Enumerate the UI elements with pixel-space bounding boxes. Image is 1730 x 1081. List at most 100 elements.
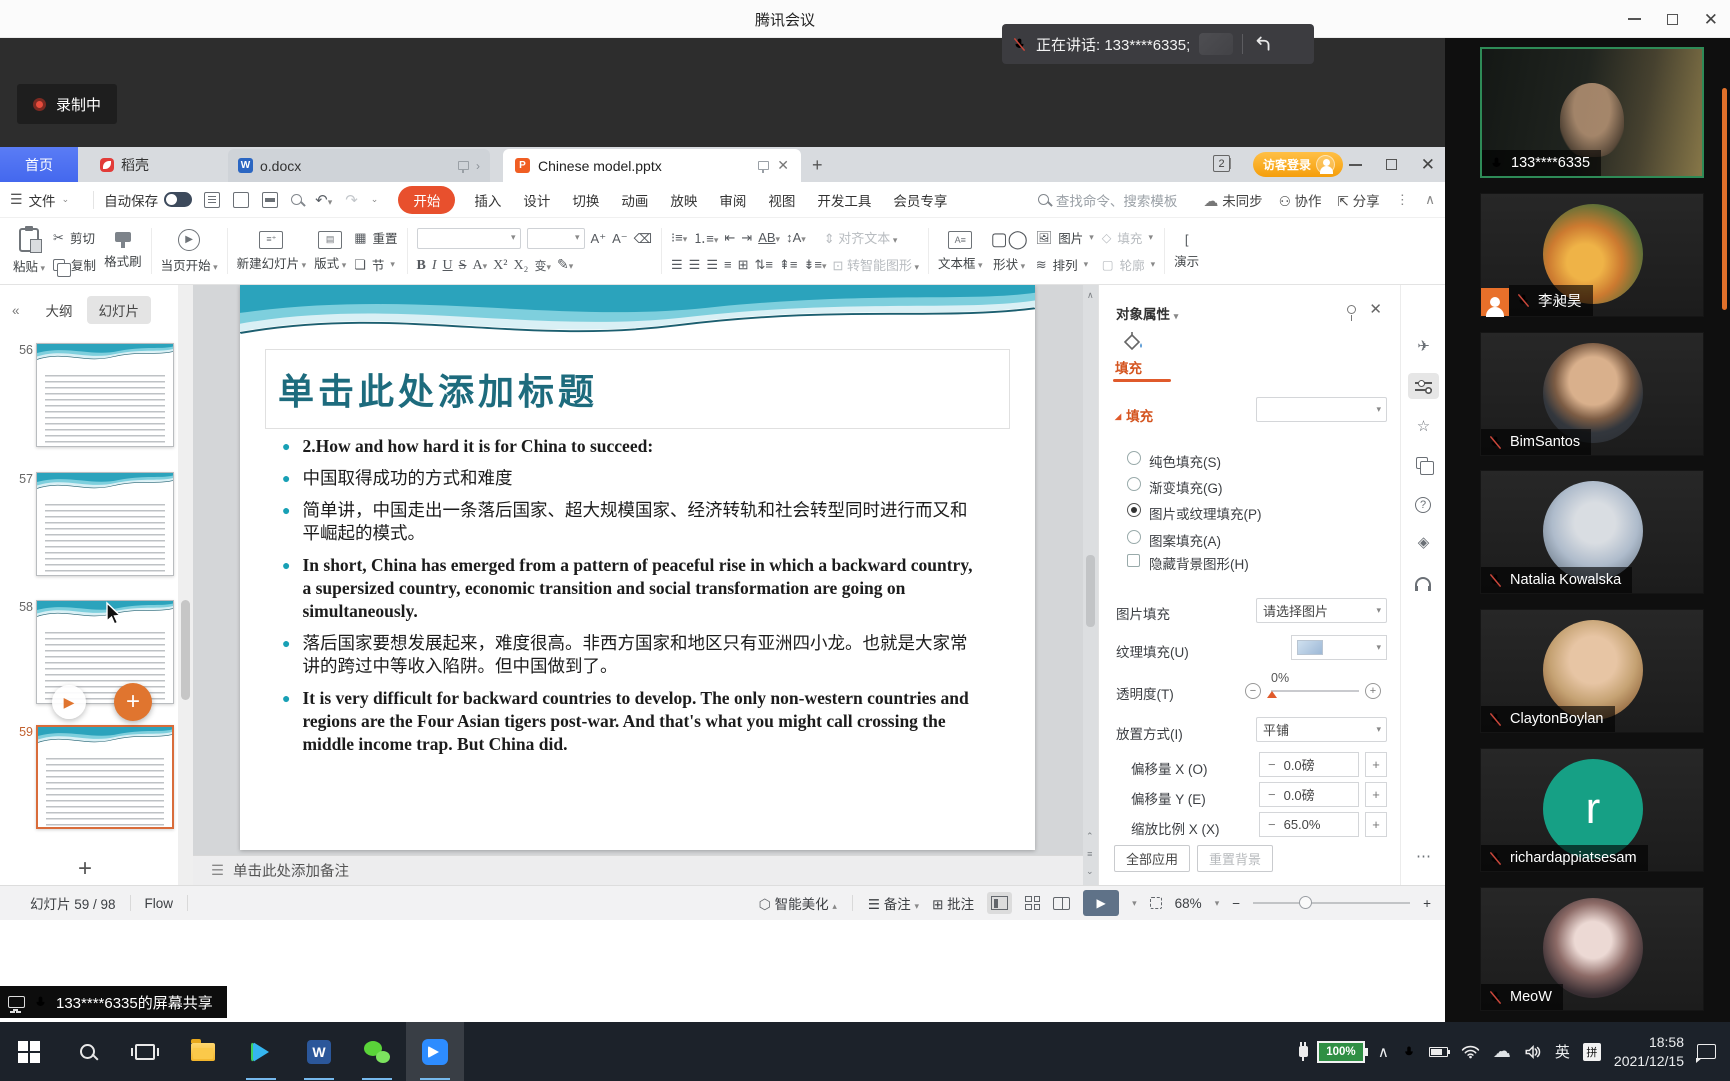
- notes-button[interactable]: ☰ 备注 ▾: [868, 893, 919, 913]
- fit-slide-icon[interactable]: [1150, 897, 1162, 909]
- slide-sorter-view-button[interactable]: [1025, 896, 1040, 910]
- picture-button[interactable]: 🖼 图片 ▾: [1036, 228, 1094, 247]
- next-slide-icon[interactable]: ⌄: [1086, 866, 1094, 877]
- ribbon-tab-view[interactable]: 视图: [757, 190, 806, 210]
- ribbon-tab-review[interactable]: 审阅: [708, 190, 757, 210]
- file-menu[interactable]: ☰ 文件 ⌄: [10, 190, 69, 210]
- undo-icon[interactable]: ↶▾: [315, 191, 332, 209]
- new-tab-button[interactable]: +: [812, 155, 823, 176]
- tencent-meeting-icon[interactable]: [406, 1022, 464, 1081]
- collaborate-button[interactable]: ⚇ 协作: [1279, 190, 1322, 210]
- wifi-icon[interactable]: [1461, 1044, 1480, 1059]
- tab-expand-icon[interactable]: ›: [476, 159, 480, 173]
- offset-x-plus-button[interactable]: +: [1365, 752, 1387, 777]
- new-doc-icon[interactable]: [204, 192, 220, 208]
- radio-gradient-fill[interactable]: [1127, 477, 1141, 491]
- offset-y-stepper[interactable]: −0.0磅: [1259, 782, 1359, 807]
- radio-pattern-fill[interactable]: [1127, 530, 1141, 544]
- text-direction-button[interactable]: ↕A▾: [786, 230, 806, 245]
- subscript-button[interactable]: X₂: [513, 258, 528, 274]
- line-spacing-button[interactable]: ⇅≡: [754, 257, 772, 273]
- battery-indicator[interactable]: 100%: [1317, 1041, 1365, 1063]
- slide-title-placeholder[interactable]: 单击此处添加标题: [265, 349, 1010, 429]
- participant-tile-speaker[interactable]: 133****6335: [1480, 47, 1704, 178]
- tray-battery-icon[interactable]: [1429, 1047, 1448, 1057]
- close-button[interactable]: ✕: [1704, 11, 1718, 28]
- slide-thumbnail-59-selected[interactable]: [36, 725, 174, 829]
- increase-font-icon[interactable]: A⁺: [591, 231, 607, 247]
- decrease-font-icon[interactable]: A⁻: [612, 231, 628, 247]
- current-slide[interactable]: 单击此处添加标题 ●2.How and how hard it is for C…: [240, 285, 1035, 850]
- ribbon-tab-insert[interactable]: 插入: [463, 190, 512, 210]
- panel-title[interactable]: 对象属性 ▾: [1116, 303, 1178, 323]
- tab-pin-icon[interactable]: [758, 161, 769, 170]
- sidebar-scrollbar[interactable]: [1722, 88, 1727, 310]
- close-panel-icon[interactable]: ✕: [1369, 300, 1382, 318]
- distribute-button[interactable]: ⊞: [738, 257, 749, 273]
- slide-thumbnail-56[interactable]: [36, 343, 174, 447]
- support-icon[interactable]: [1415, 577, 1431, 586]
- guest-login-button[interactable]: 访客登录: [1253, 152, 1343, 177]
- word-icon[interactable]: W: [290, 1022, 348, 1081]
- ribbon-tab-devtools[interactable]: 开发工具: [806, 190, 882, 210]
- layout-button[interactable]: ▤ 版式 ▾: [314, 231, 346, 272]
- smart-beautify-button[interactable]: ⬡ 智能美化 ▴: [759, 893, 837, 913]
- align-center-button[interactable]: ☰: [689, 257, 701, 273]
- superscript-button[interactable]: X²: [493, 258, 507, 274]
- align-right-button[interactable]: ☰: [706, 257, 718, 273]
- ime-indicator[interactable]: 拼: [1583, 1043, 1601, 1061]
- align-text-button[interactable]: ⇕ 对齐文本 ▾: [824, 228, 898, 247]
- minimize-button[interactable]: [1628, 18, 1641, 20]
- apply-all-button[interactable]: 全部应用: [1114, 845, 1190, 872]
- picture-fill-combobox[interactable]: 请选择图片: [1256, 598, 1387, 623]
- radio-solid-fill[interactable]: [1127, 451, 1141, 465]
- tab-document-odocx[interactable]: W o.docx ›: [228, 149, 490, 182]
- offset-x-stepper[interactable]: −0.0磅: [1259, 752, 1359, 777]
- ribbon-tab-design[interactable]: 设计: [512, 190, 561, 210]
- section-button[interactable]: ❏ 节 ▾: [354, 255, 397, 274]
- print-icon[interactable]: [262, 192, 278, 208]
- speaker-icon[interactable]: [1524, 1044, 1542, 1060]
- canvas-scrollbar[interactable]: ∧ ⌃ ≡ ⌄: [1083, 285, 1098, 885]
- reset-button[interactable]: ▦ 重置: [354, 228, 397, 247]
- more-menu-icon[interactable]: ⋮: [1396, 192, 1410, 208]
- highlight-button[interactable]: ✎▾: [557, 257, 573, 274]
- slide-body-text[interactable]: ●2.How and how hard it is for China to s…: [282, 435, 982, 765]
- clock[interactable]: 18:58 2021/12/15: [1614, 1033, 1684, 1071]
- zoom-out-button[interactable]: −: [1232, 896, 1240, 911]
- italic-button[interactable]: I: [432, 258, 437, 274]
- tab-close-icon[interactable]: ✕: [777, 157, 789, 174]
- radio-picture-fill-selected[interactable]: [1127, 503, 1141, 517]
- wechat-icon[interactable]: [348, 1022, 406, 1081]
- quick-play-button[interactable]: ▶: [52, 685, 86, 719]
- scroll-up-icon[interactable]: ∧: [1087, 290, 1094, 301]
- numbered-list-button[interactable]: ⒈≡▾: [693, 228, 718, 247]
- panel-scrollbar[interactable]: [178, 285, 193, 885]
- to-smartart-button[interactable]: ⊡ 转智能图形 ▾: [832, 255, 919, 274]
- more-quickbar-icon[interactable]: ⌄: [371, 194, 379, 205]
- font-size-combobox[interactable]: [527, 228, 585, 249]
- redo-icon[interactable]: ↷: [345, 191, 358, 209]
- para-before-button[interactable]: ⇞≡: [779, 257, 797, 273]
- strikethrough-button[interactable]: S: [459, 258, 467, 274]
- font-name-combobox[interactable]: [417, 228, 521, 249]
- phonetic-button[interactable]: 变▾: [534, 257, 551, 274]
- collapse-ribbon-icon[interactable]: ∧: [1425, 192, 1435, 208]
- notes-placeholder-bar[interactable]: ☰ 单击此处添加备注: [193, 855, 1083, 885]
- new-slide-button[interactable]: ≡⁺ 新建幻灯片 ▾: [237, 231, 307, 272]
- taskbar-search-button[interactable]: [58, 1022, 116, 1081]
- ribbon-tab-member[interactable]: 会员专享: [882, 190, 958, 210]
- participant-tile[interactable]: r richardappiatsesam: [1480, 748, 1704, 872]
- zoom-slider-knob[interactable]: [1299, 896, 1312, 909]
- transparency-slider-marker[interactable]: [1267, 691, 1277, 698]
- slides-tab[interactable]: 幻灯片: [87, 296, 152, 324]
- paste-button[interactable]: 粘贴 ▾: [13, 228, 45, 275]
- wps-restore-button[interactable]: [1386, 159, 1397, 170]
- play-options-icon[interactable]: ▾: [1132, 898, 1137, 909]
- zoom-in-button[interactable]: +: [1423, 896, 1431, 911]
- favorites-icon[interactable]: ☆: [1401, 417, 1445, 435]
- ribbon-tab-animation[interactable]: 动画: [610, 190, 659, 210]
- sync-status[interactable]: ☁ 未同步: [1203, 190, 1262, 210]
- tab-chinese-model-pptx[interactable]: P Chinese model.pptx ✕: [503, 149, 801, 182]
- offset-y-plus-button[interactable]: +: [1365, 782, 1387, 807]
